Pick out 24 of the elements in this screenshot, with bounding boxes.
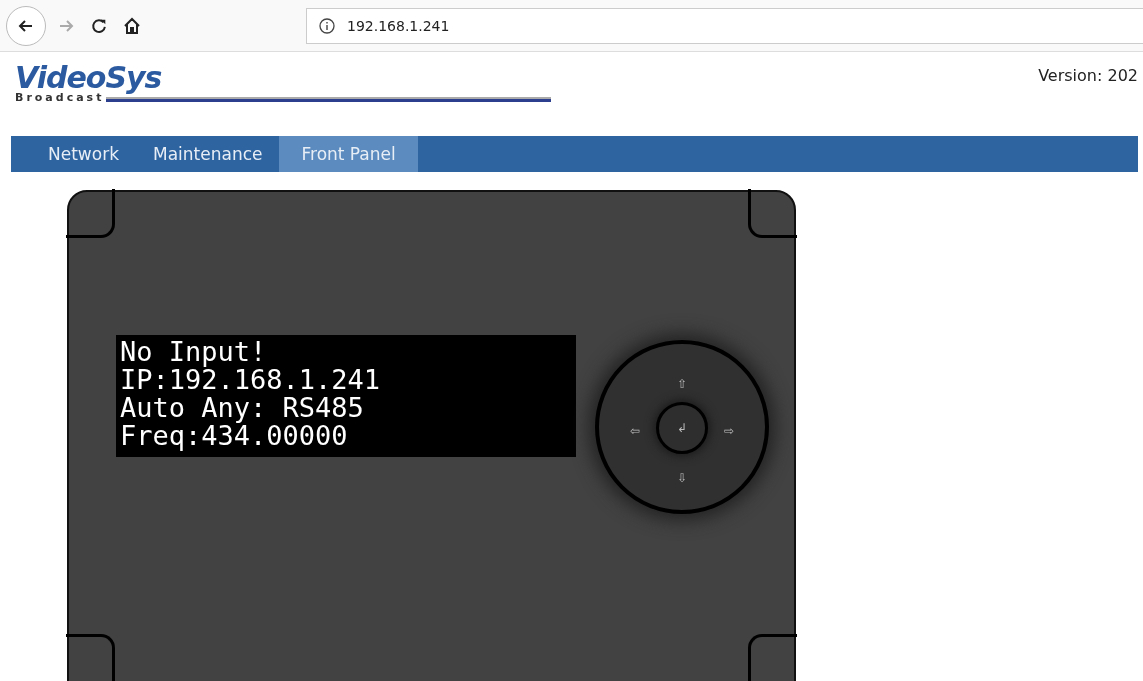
- nav-tab[interactable]: Network: [31, 136, 136, 172]
- address-field[interactable]: 192.168.1.241: [306, 7, 1143, 44]
- lcd-line: Auto Any: RS485: [120, 394, 364, 422]
- lcd-line: IP:192.168.1.241: [120, 366, 381, 394]
- enter-button[interactable]: ↲: [656, 402, 708, 454]
- lcd-line: No Input!: [120, 338, 267, 366]
- back-button[interactable]: [6, 5, 46, 46]
- url-text: 192.168.1.241: [347, 17, 450, 34]
- logo-title: VideoSys: [15, 64, 163, 92]
- right-button[interactable]: ⇨: [721, 423, 737, 439]
- down-button[interactable]: ⇩: [674, 470, 690, 486]
- corner-mark: [748, 634, 797, 681]
- lcd-line: Freq:434.00000: [120, 422, 348, 450]
- version-label: Version: 202: [1038, 65, 1138, 87]
- logo-subtitle: Broadcast: [15, 92, 105, 103]
- reload-icon[interactable]: [90, 16, 108, 35]
- corner-mark: [66, 634, 115, 681]
- home-icon[interactable]: [122, 15, 142, 36]
- corner-mark: [66, 189, 115, 238]
- corner-mark: [748, 189, 797, 238]
- up-button[interactable]: ⇧: [674, 376, 690, 392]
- nav-tab[interactable]: Maintenance: [136, 136, 280, 172]
- left-button[interactable]: ⇦: [627, 423, 643, 439]
- info-icon[interactable]: [319, 17, 335, 34]
